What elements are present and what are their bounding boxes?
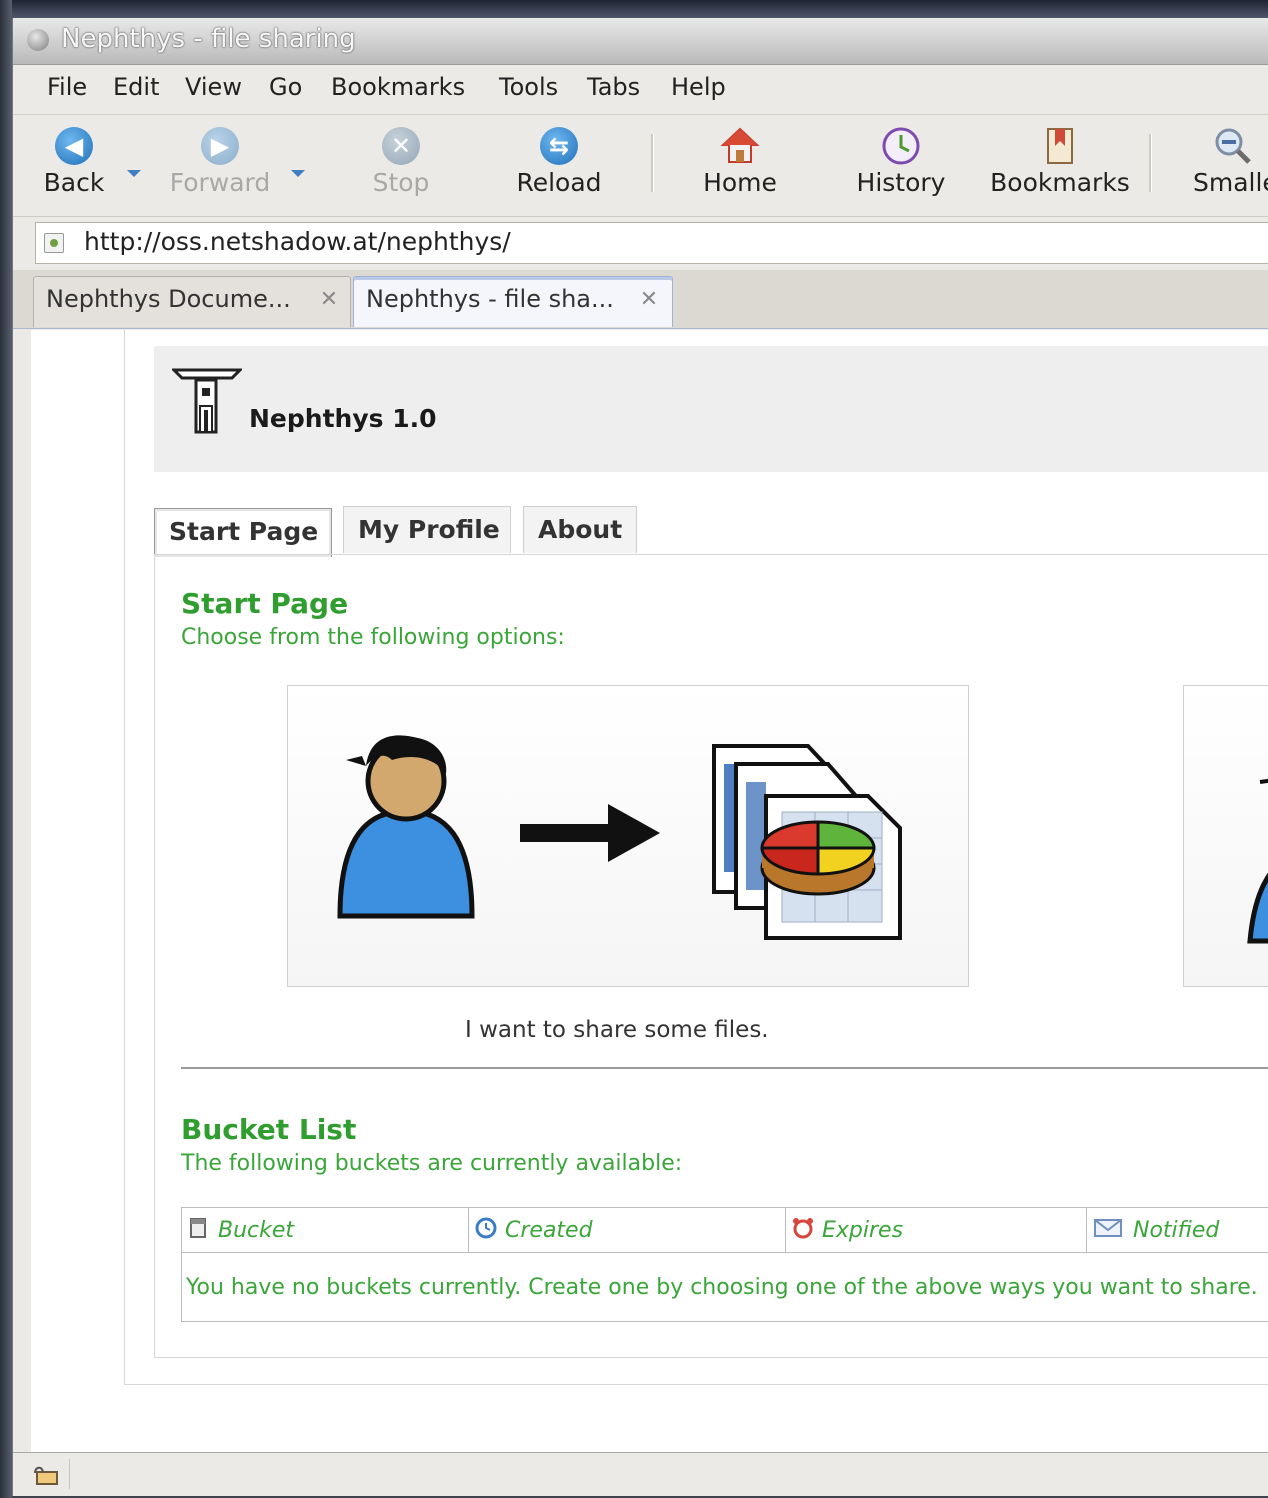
- close-tab-icon[interactable]: ✕: [638, 289, 660, 311]
- column-expires[interactable]: Expires: [785, 1207, 1087, 1253]
- menu-bookmarks[interactable]: Bookmarks: [331, 73, 465, 101]
- zoom-out-icon: [1213, 126, 1253, 166]
- reload-label: Reload: [516, 168, 602, 197]
- bookmarks-icon: [1040, 126, 1080, 166]
- column-created[interactable]: Created: [468, 1207, 786, 1253]
- security-lock-icon[interactable]: [33, 1465, 59, 1485]
- share-files-caption[interactable]: I want to share some files.: [465, 1017, 769, 1043]
- window-icon: [27, 29, 49, 51]
- stop-button[interactable]: ✕ Stop: [363, 126, 439, 197]
- second-option-illustration-icon: [1247, 778, 1268, 944]
- smaller-text-button[interactable]: Smaller: [1193, 126, 1268, 197]
- column-label: Expires: [822, 1218, 904, 1243]
- menu-tabs[interactable]: Tabs: [587, 73, 640, 101]
- bucket-icon: [188, 1217, 208, 1239]
- history-icon: [881, 126, 921, 166]
- tab-label: About: [538, 515, 623, 544]
- section-divider: [181, 1067, 1268, 1069]
- share-files-illustration-icon: [337, 735, 902, 940]
- desktop-edge: [0, 0, 12, 1498]
- browser-tab-file-sharing[interactable]: Nephthys - file sha... ✕: [353, 276, 673, 327]
- empty-buckets-message: You have no buckets currently. Create on…: [181, 1252, 1268, 1322]
- tab-my-profile[interactable]: My Profile: [343, 506, 511, 553]
- share-files-option[interactable]: [287, 685, 969, 987]
- browser-tab-strip: Nephthys Docume... ✕ Nephthys - file sha…: [13, 270, 1268, 329]
- tab-start-page[interactable]: Start Page: [154, 508, 332, 557]
- column-notified[interactable]: Notified: [1086, 1207, 1268, 1253]
- menu-view[interactable]: View: [185, 73, 242, 101]
- toolbar-separator: [1149, 134, 1152, 192]
- home-label: Home: [703, 168, 777, 197]
- page-viewport: Nephthys 1.0 Start Page My Profile About…: [31, 330, 1268, 1452]
- menu-help[interactable]: Help: [671, 73, 726, 101]
- history-button[interactable]: History: [851, 126, 951, 197]
- menu-bar: File Edit View Go Bookmarks Tools Tabs H…: [13, 66, 1268, 115]
- app-title: Nephthys 1.0: [249, 404, 437, 433]
- table-row: You have no buckets currently. Create on…: [181, 1252, 1268, 1322]
- reload-icon: ⇆: [540, 127, 578, 165]
- home-button[interactable]: Home: [697, 126, 783, 197]
- bucket-list-heading: Bucket List: [181, 1113, 357, 1146]
- smaller-label: Smaller: [1193, 168, 1268, 197]
- bookmarks-button[interactable]: Bookmarks: [985, 126, 1135, 197]
- toolbar-separator: [651, 134, 654, 192]
- menu-file[interactable]: File: [47, 73, 87, 101]
- column-label: Created: [505, 1218, 593, 1243]
- column-label: Notified: [1133, 1218, 1220, 1243]
- back-arrow-icon: ◀: [55, 127, 93, 165]
- menu-go[interactable]: Go: [269, 73, 302, 101]
- browser-tab-title: Nephthys Docume...: [46, 285, 291, 313]
- column-bucket[interactable]: Bucket: [181, 1207, 469, 1253]
- url-input[interactable]: http://oss.netshadow.at/nephthys/: [35, 222, 1268, 264]
- column-label: Bucket: [218, 1218, 295, 1243]
- url-text: http://oss.netshadow.at/nephthys/: [84, 227, 511, 256]
- nephthys-logo-icon: [170, 366, 244, 436]
- forward-button[interactable]: ▶ Forward: [165, 126, 275, 197]
- forward-history-dropdown[interactable]: [291, 170, 305, 177]
- mail-icon: [1093, 1217, 1123, 1239]
- window-title: Nephthys - file sharing: [61, 24, 356, 54]
- tab-about[interactable]: About: [523, 506, 637, 553]
- browser-tab-docs[interactable]: Nephthys Docume... ✕: [33, 276, 351, 327]
- bucket-list-subtitle: The following buckets are currently avai…: [181, 1151, 683, 1176]
- menu-edit[interactable]: Edit: [113, 73, 159, 101]
- history-label: History: [856, 168, 946, 197]
- app-header: Nephthys 1.0: [154, 346, 1268, 472]
- menu-tools[interactable]: Tools: [499, 73, 558, 101]
- start-page-subtitle: Choose from the following options:: [181, 625, 565, 650]
- bookmarks-label: Bookmarks: [990, 168, 1130, 197]
- location-bar: http://oss.netshadow.at/nephthys/: [13, 218, 1268, 268]
- back-history-dropdown[interactable]: [127, 170, 141, 177]
- browser-tab-title: Nephthys - file sha...: [366, 285, 614, 313]
- reload-button[interactable]: ⇆ Reload: [513, 126, 605, 197]
- clock-icon: [475, 1217, 497, 1239]
- forward-label: Forward: [169, 168, 271, 197]
- back-button[interactable]: ◀ Back: [39, 126, 109, 197]
- bucket-table: Bucket Created Expires Notified You have…: [181, 1207, 1268, 1322]
- back-label: Back: [43, 168, 105, 197]
- status-field: [69, 1459, 1268, 1489]
- site-favicon-icon: [44, 233, 64, 253]
- tab-label: Start Page: [169, 517, 319, 546]
- alarm-icon: [792, 1217, 813, 1239]
- status-bar: [13, 1452, 1268, 1496]
- stop-icon: ✕: [382, 127, 420, 165]
- page-container: Nephthys 1.0 Start Page My Profile About…: [124, 330, 1268, 1385]
- title-bar[interactable]: Nephthys - file sharing: [13, 18, 1268, 65]
- second-option[interactable]: [1183, 685, 1268, 987]
- navigation-toolbar: ◀ Back ▶ Forward ✕ Stop ⇆ Reload Home Hi…: [13, 116, 1268, 217]
- close-tab-icon[interactable]: ✕: [318, 289, 340, 311]
- table-header-row: Bucket Created Expires Notified: [181, 1207, 1268, 1253]
- tab-label: My Profile: [358, 515, 500, 544]
- stop-label: Stop: [372, 168, 430, 197]
- start-page-heading: Start Page: [181, 587, 349, 620]
- home-icon: [720, 126, 760, 166]
- start-page-panel: Start Page Choose from the following opt…: [154, 554, 1268, 1358]
- browser-window: Nephthys - file sharing File Edit View G…: [12, 18, 1268, 1496]
- forward-arrow-icon: ▶: [201, 127, 239, 165]
